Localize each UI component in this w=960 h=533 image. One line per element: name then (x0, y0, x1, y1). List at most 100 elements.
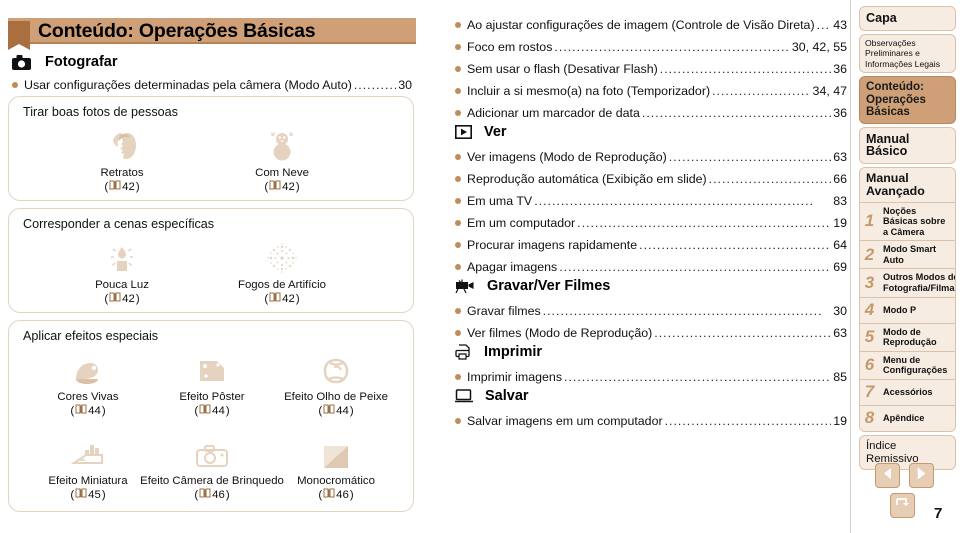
next-page-button[interactable] (909, 463, 935, 488)
toc-entry[interactable]: Imprimir imagens .......................… (455, 370, 847, 384)
sidebar-item-manual-basico[interactable]: Manual Básico (859, 126, 956, 164)
toc-entry[interactable]: Ao ajustar configurações de imagem (Cont… (455, 18, 847, 32)
section-label: Ver (484, 124, 507, 140)
page-number: 7 (934, 505, 943, 522)
fireworks-icon (207, 237, 357, 275)
sidebar-chapter-7[interactable]: 7 Acessórios (860, 379, 955, 406)
toc-entry[interactable]: Em um computador .......................… (455, 216, 847, 230)
tile-olho-de-peixe[interactable]: Efeito Olho de Peixe ( 44 ) (261, 349, 411, 419)
tile-page-number: 46 (336, 489, 349, 501)
bullet-icon (455, 154, 461, 160)
toc-entry-text: Ao ajustar configurações de imagem (Cont… (467, 18, 815, 32)
tile-page-number: 44 (336, 405, 349, 417)
toc-entry-text: Reprodução automática (Exibição em slide… (467, 172, 707, 186)
tile-label: Pouca Luz (95, 279, 149, 291)
chapter-label: Modo P (883, 304, 917, 315)
chapter-label: Modo de Reprodução (883, 326, 937, 348)
section-heading-view: Ver (455, 124, 507, 140)
toc-entry-page: 85 (833, 370, 847, 384)
chapter-label: Menu de Configurações (883, 354, 948, 376)
chapter-label: Modo Smart Auto (883, 244, 937, 265)
sidebar-group-heading: Manual Avançado (860, 167, 955, 202)
section-label: Salvar (485, 388, 529, 404)
monochrome-icon (261, 433, 411, 471)
tile-pouca-luz[interactable]: Pouca Luz ( 42 ) (47, 237, 197, 307)
toc-leader-dots: ........................................… (353, 78, 396, 92)
toc-entry[interactable]: Gravar filmes ..........................… (455, 304, 847, 318)
prev-page-button[interactable] (875, 463, 900, 488)
sidebar-chapter-4[interactable]: 4 Modo P (860, 296, 955, 323)
sidebar-chapter-2[interactable]: 2 Modo Smart Auto (860, 240, 955, 269)
bullet-icon (455, 264, 461, 270)
page-title: Conteúdo: Operações Básicas (38, 20, 316, 42)
tile-page-number: 42 (282, 293, 295, 305)
panel-people: Tirar boas fotos de pessoas Retratos ( 4… (8, 96, 414, 201)
tile-page-number: 42 (122, 293, 135, 305)
toc-entry[interactable]: Ver imagens (Modo de Reprodução) .......… (455, 150, 847, 164)
tile-page-ref: ( 44 ) (318, 404, 354, 417)
toc-entry-text: Sem usar o flash (Desativar Flash) (467, 62, 658, 76)
printer-icon (455, 344, 472, 360)
tile-monocromatico[interactable]: Monocromático ( 46 ) (261, 433, 411, 503)
toc-entry[interactable]: Ver filmes (Modo de Reprodução) ........… (455, 326, 847, 340)
toc-entry-page: 34, 47 (812, 84, 847, 98)
toc-entry-text: Procurar imagens rapidamente (467, 238, 638, 252)
toc-entry-text: Em uma TV (467, 194, 533, 208)
toc-leader-dots: ........................................… (816, 18, 832, 32)
chapter-number: 4 (864, 299, 875, 319)
chapter-label: Noções Básicas sobre a Câmera (883, 205, 946, 237)
toc-entry[interactable]: Reprodução automática (Exibição em slide… (455, 172, 847, 186)
tile-label: Efeito Olho de Peixe (284, 391, 388, 403)
sidebar-chapter-8[interactable]: 8 Apêndice (860, 405, 955, 432)
sidebar-chapter-6[interactable]: 6 Menu de Configurações (860, 350, 955, 380)
toc-entry-text: Salvar imagens em um computador (467, 414, 663, 428)
back-button[interactable] (890, 493, 915, 518)
return-arrow-icon (895, 497, 910, 515)
tile-page-ref: ( 42 ) (104, 292, 140, 305)
toc-leader-dots: ........................................… (659, 62, 832, 76)
toc-entry-page: 64 (833, 238, 847, 252)
section-label: Gravar/Ver Filmes (487, 278, 611, 294)
tile-label: Monocromático (297, 475, 375, 487)
bullet-icon (455, 22, 461, 28)
section-heading-shoot: Fotografar (12, 54, 118, 70)
tile-com-neve[interactable]: Com Neve ( 42 ) (207, 125, 357, 195)
toc-entry-text: Incluir a si mesmo(a) na foto (Temporiza… (467, 84, 711, 98)
toc-entry[interactable]: Procurar imagens rapidamente ...........… (455, 238, 847, 252)
toc-entry-page: 83 (833, 194, 847, 208)
chapter-label: Outros Modos de Fotografia/Filmagem (883, 272, 955, 294)
sidebar-item-conteudo[interactable]: Conteúdo: Operações Básicas (859, 76, 956, 124)
toc-entry[interactable]: Incluir a si mesmo(a) na foto (Temporiza… (455, 84, 847, 98)
toc-leader-dots: ........................................… (668, 150, 831, 164)
sidebar-chapter-1[interactable]: 1 Noções Básicas sobre a Câmera (860, 201, 955, 241)
toc-entry[interactable]: Adicionar um marcador de data ..........… (455, 106, 847, 120)
sidebar-item-observacoes[interactable]: Observações Preliminares e Informações L… (859, 33, 956, 73)
toc-entry-text: Ver filmes (Modo de Reprodução) (467, 326, 653, 340)
book-icon (75, 404, 87, 419)
toc-entry[interactable]: Em uma TV ..............................… (455, 194, 847, 208)
chapter-number: 7 (864, 382, 875, 402)
sidebar-chapter-5[interactable]: 5 Modo de Reprodução (860, 322, 955, 351)
toc-entry[interactable]: Salvar imagens em um computador ........… (455, 414, 847, 428)
toc-entry[interactable]: Foco em rostos .........................… (455, 40, 847, 54)
tile-label: Fogos de Artifício (237, 279, 326, 291)
section-heading-save: Salvar (455, 388, 529, 404)
toc-entry-auto-mode[interactable]: Usar configurações determinadas pela câm… (12, 78, 412, 92)
toc-entry-text: Adicionar um marcador de data (467, 106, 640, 120)
book-icon (75, 488, 87, 503)
book-icon (199, 404, 211, 419)
tile-page-number: 46 (212, 489, 225, 501)
bullet-icon (455, 66, 461, 72)
book-icon (269, 180, 281, 195)
tile-fogos-artificio[interactable]: Fogos de Artifício ( 42 ) (207, 237, 357, 307)
sidebar-chapter-3[interactable]: 3 Outros Modos de Fotografia/Filmagem (860, 268, 955, 297)
panel-title: Tirar boas fotos de pessoas (23, 105, 178, 119)
toc-entry-page: 30 (833, 304, 847, 318)
tile-retratos[interactable]: Retratos ( 42 ) (47, 125, 197, 195)
toc-entry[interactable]: Apagar imagens .........................… (455, 260, 847, 274)
fisheye-effect-icon (261, 349, 411, 387)
movie-camera-icon (455, 278, 475, 294)
toc-entry[interactable]: Sem usar o flash (Desativar Flash) .....… (455, 62, 847, 76)
play-box-icon (455, 125, 472, 139)
sidebar-item-capa[interactable]: Capa (859, 6, 956, 31)
